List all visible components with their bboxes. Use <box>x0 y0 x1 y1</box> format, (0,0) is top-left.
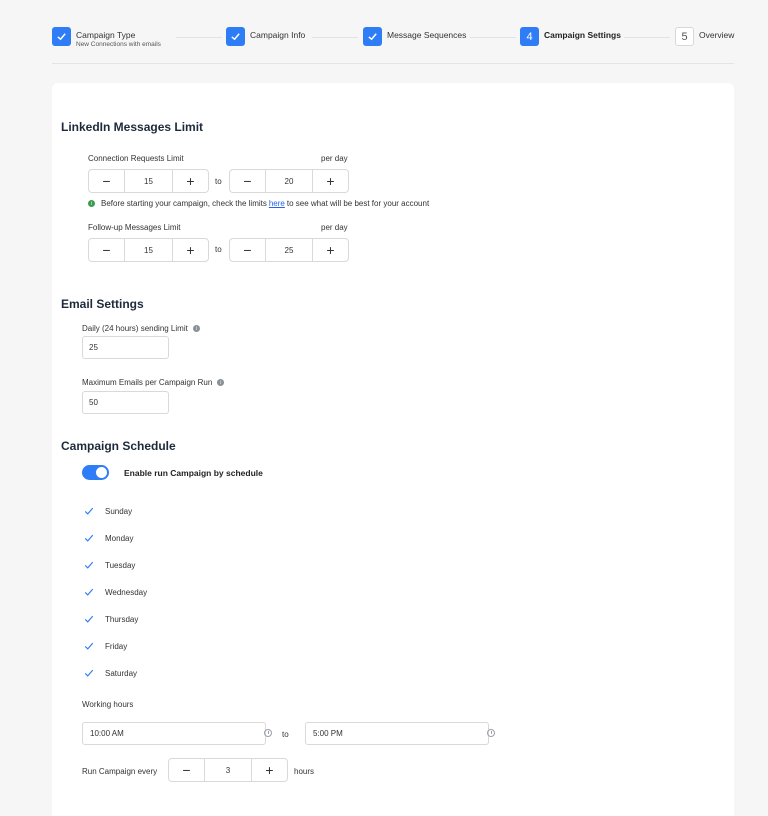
plus-icon[interactable]: + <box>252 759 287 781</box>
minus-icon[interactable]: − <box>89 170 124 192</box>
minus-icon[interactable]: − <box>230 239 265 261</box>
day-label: Saturday <box>105 668 138 678</box>
step-campaign-info[interactable]: Campaign Info <box>226 27 305 46</box>
step-label: Campaign Settings <box>544 30 621 40</box>
day-label: Tuesday <box>105 560 136 570</box>
working-hours-label: Working hours <box>82 700 134 709</box>
max-emails-input[interactable]: 50 <box>82 391 169 414</box>
day-row-wednesday[interactable]: Wednesday <box>83 586 147 598</box>
run-every-label: Run Campaign every <box>82 767 158 776</box>
stepper-value[interactable]: 25 <box>265 239 313 261</box>
day-label: Sunday <box>105 506 133 516</box>
checkbox-friday[interactable] <box>83 640 95 652</box>
stepper-value[interactable]: 15 <box>124 239 173 261</box>
info-icon: i <box>88 200 95 207</box>
limits-help-link[interactable]: here <box>269 199 285 208</box>
help-icon[interactable]: i <box>217 379 225 387</box>
stepper-value[interactable]: 15 <box>124 170 173 192</box>
to-label: to <box>215 177 222 186</box>
check-icon <box>52 27 71 46</box>
daily-limit-text: Daily (24 hours) sending Limit <box>82 324 188 333</box>
day-row-monday[interactable]: Monday <box>83 532 133 544</box>
progress-stepper: Campaign Type New Connections with email… <box>0 0 768 64</box>
day-label: Thursday <box>105 614 139 624</box>
minus-icon[interactable]: − <box>169 759 204 781</box>
step-label: Message Sequences <box>387 30 467 40</box>
hours-label: hours <box>294 767 315 776</box>
max-emails-label: Maximum Emails per Campaign Run i <box>82 378 225 387</box>
checkbox-sunday[interactable] <box>83 505 95 517</box>
checkbox-monday[interactable] <box>83 532 95 544</box>
step-campaign-type[interactable]: Campaign Type New Connections with email… <box>52 27 161 49</box>
section-title-email: Email Settings <box>61 297 144 311</box>
limits-info: i Before starting your campaign, check t… <box>88 199 429 208</box>
end-time-input[interactable]: 5:00 PM <box>305 722 489 745</box>
step-connector <box>176 37 222 38</box>
plus-icon[interactable]: + <box>313 239 348 261</box>
step-label: Campaign Type <box>76 30 136 40</box>
step-label: Campaign Info <box>250 30 306 40</box>
day-row-sunday[interactable]: Sunday <box>83 505 132 517</box>
connection-max-stepper[interactable]: − 20 + <box>229 169 349 193</box>
check-icon <box>363 27 382 46</box>
connection-limit-label: Connection Requests Limit <box>88 154 184 163</box>
day-row-saturday[interactable]: Saturday <box>83 667 137 679</box>
followup-max-stepper[interactable]: − 25 + <box>229 238 349 262</box>
to-label: to <box>282 730 289 739</box>
clock-icon[interactable] <box>264 729 272 737</box>
step-connector <box>312 37 358 38</box>
followup-min-stepper[interactable]: − 15 + <box>88 238 209 262</box>
divider <box>52 63 734 64</box>
settings-card: LinkedIn Messages Limit Connection Reque… <box>52 83 734 816</box>
day-label: Wednesday <box>105 587 148 597</box>
section-title-linkedin: LinkedIn Messages Limit <box>61 120 204 134</box>
per-day-label: per day <box>321 223 348 232</box>
step-number: 4 <box>520 27 539 46</box>
step-overview[interactable]: 5 Overview <box>675 27 734 46</box>
day-label: Monday <box>105 533 134 543</box>
plus-icon[interactable]: + <box>173 170 208 192</box>
clock-icon[interactable] <box>487 729 495 737</box>
checkbox-tuesday[interactable] <box>83 559 95 571</box>
check-icon <box>226 27 245 46</box>
help-icon[interactable]: i <box>192 325 200 333</box>
schedule-toggle-label: Enable run Campaign by schedule <box>124 468 263 478</box>
checkbox-saturday[interactable] <box>83 667 95 679</box>
schedule-toggle[interactable] <box>82 465 109 480</box>
step-label: Overview <box>699 30 735 40</box>
start-time-input[interactable]: 10:00 AM <box>82 722 266 745</box>
step-number: 5 <box>675 27 694 46</box>
day-label: Friday <box>105 641 128 651</box>
info-text-before: Before starting your campaign, check the… <box>101 199 267 208</box>
checkbox-wednesday[interactable] <box>83 586 95 598</box>
step-sublabel: New Connections with emails <box>76 41 161 48</box>
plus-icon[interactable]: + <box>313 170 348 192</box>
section-title-schedule: Campaign Schedule <box>61 439 176 453</box>
to-label: to <box>215 245 222 254</box>
plus-icon[interactable]: + <box>173 239 208 261</box>
connection-min-stepper[interactable]: − 15 + <box>88 169 209 193</box>
step-connector <box>470 37 516 38</box>
day-row-tuesday[interactable]: Tuesday <box>83 559 135 571</box>
checkbox-thursday[interactable] <box>83 613 95 625</box>
per-day-label: per day <box>321 154 348 163</box>
stepper-value[interactable]: 20 <box>265 170 313 192</box>
minus-icon[interactable]: − <box>89 239 124 261</box>
followup-limit-label: Follow-up Messages Limit <box>88 223 181 232</box>
daily-limit-input[interactable]: 25 <box>82 336 169 359</box>
run-every-stepper[interactable]: − 3 + <box>168 758 288 782</box>
daily-limit-label: Daily (24 hours) sending Limit i <box>82 324 200 333</box>
step-campaign-settings[interactable]: 4 Campaign Settings <box>520 27 621 46</box>
info-text-after: to see what will be best for your accoun… <box>286 199 430 208</box>
step-connector <box>624 37 670 38</box>
step-message-sequences[interactable]: Message Sequences <box>363 27 466 46</box>
max-emails-text: Maximum Emails per Campaign Run <box>82 378 213 387</box>
minus-icon[interactable]: − <box>230 170 265 192</box>
day-row-thursday[interactable]: Thursday <box>83 613 138 625</box>
stepper-value[interactable]: 3 <box>204 759 252 781</box>
toggle-knob <box>96 467 107 478</box>
day-row-friday[interactable]: Friday <box>83 640 127 652</box>
